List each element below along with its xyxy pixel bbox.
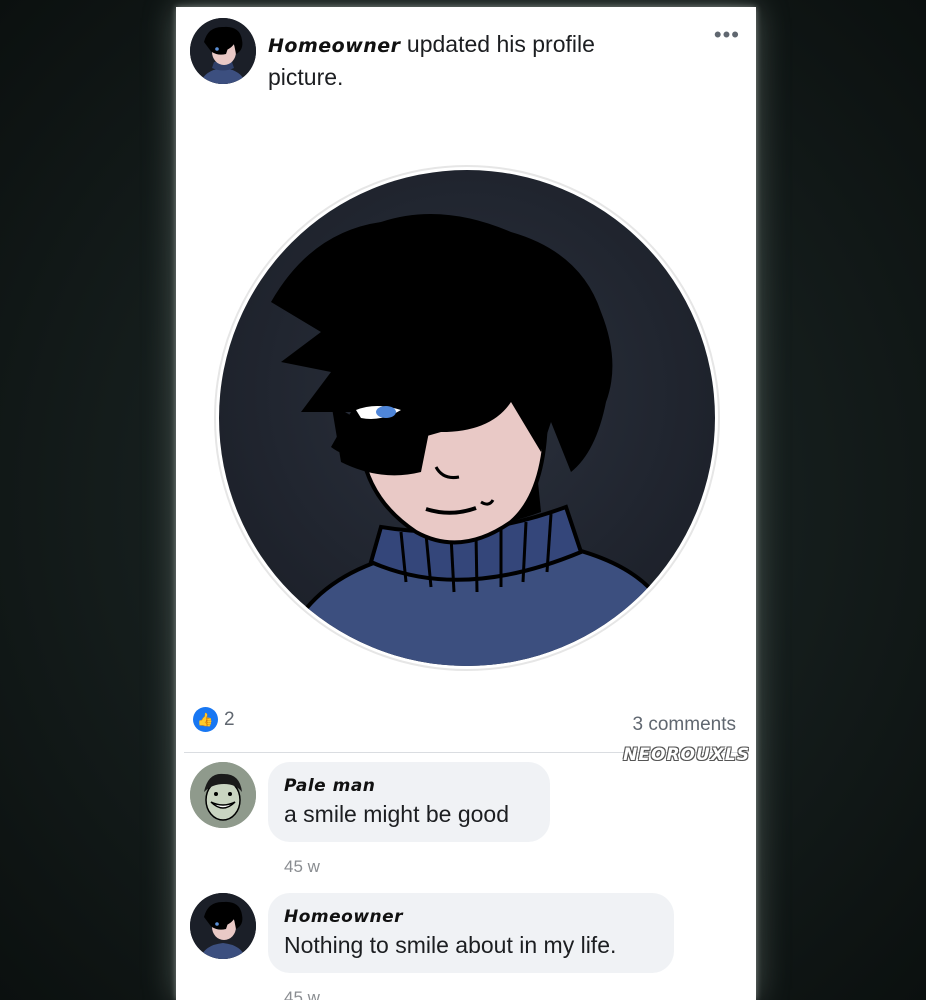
comment-bubble: Pale man a smile might be good (268, 762, 550, 842)
comment-author[interactable]: Pale man (284, 774, 530, 798)
comment-author[interactable]: Homeowner (284, 905, 654, 929)
post-card: Homeowner updated his profile picture. •… (176, 7, 756, 1000)
comment-text: Nothing to smile about in my life. (284, 932, 617, 958)
commenter-avatar[interactable] (190, 762, 256, 828)
watermark: NEOROUXLS (623, 745, 750, 765)
author-avatar[interactable] (190, 18, 256, 84)
post-header: Homeowner updated his profile picture. •… (176, 7, 756, 117)
like-icon: 👍 (193, 707, 218, 732)
reactions-summary[interactable]: 👍 2 (193, 707, 235, 732)
comments-count-link[interactable]: 3 comments (633, 714, 736, 736)
comment-time[interactable]: 45 w (284, 857, 320, 877)
post-header-text: Homeowner updated his profile picture. (268, 29, 648, 93)
post-author-name[interactable]: Homeowner (268, 35, 401, 57)
reactions-count: 2 (224, 708, 235, 730)
profile-picture[interactable] (211, 162, 723, 674)
commenter-avatar[interactable] (190, 893, 256, 959)
comment-bubble: Homeowner Nothing to smile about in my l… (268, 893, 674, 973)
comment-time[interactable]: 45 w (284, 988, 320, 1000)
comment-text: a smile might be good (284, 801, 510, 827)
more-horizontal-icon[interactable]: ••• (714, 24, 740, 46)
